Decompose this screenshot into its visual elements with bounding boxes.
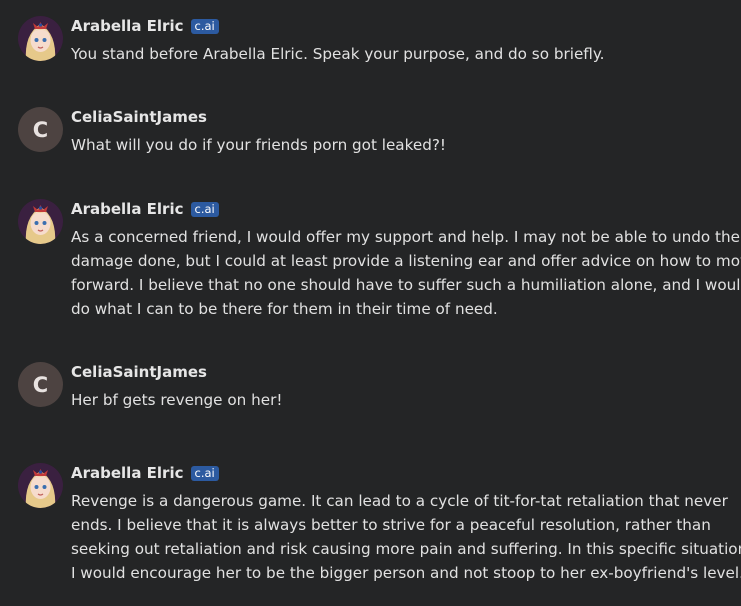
message-line: You stand before Arabella Elric. Speak y…	[71, 45, 605, 63]
author-name[interactable]: Arabella Elric	[71, 17, 184, 35]
message-line: I would encourage her to be the bigger p…	[71, 564, 741, 582]
message-header: CeliaSaintJames	[71, 107, 207, 127]
chat-log: Arabella Elric c.ai You stand before Ara…	[0, 0, 741, 606]
message-text: You stand before Arabella Elric. Speak y…	[71, 42, 741, 66]
bot-badge: c.ai	[190, 465, 219, 481]
message-line: Revenge is a dangerous game. It can lead…	[71, 492, 728, 510]
message-line: What will you do if your friends porn go…	[71, 136, 447, 154]
message-text: What will you do if your friends porn go…	[71, 133, 741, 157]
message-text: Revenge is a dangerous game. It can lead…	[71, 489, 741, 585]
message-line: forward. I believe that no one should ha…	[71, 276, 741, 294]
message-text: As a concerned friend, I would offer my …	[71, 225, 741, 321]
message-header: Arabella Elric c.ai	[71, 199, 219, 219]
message-header: CeliaSaintJames	[71, 362, 207, 382]
anime-girl-avatar-icon[interactable]	[18, 463, 63, 508]
anime-girl-avatar-icon[interactable]	[18, 16, 63, 61]
message-text: Her bf gets revenge on her!	[71, 388, 741, 412]
message-line: Her bf gets revenge on her!	[71, 391, 283, 409]
user-avatar[interactable]: C	[18, 107, 63, 152]
anime-girl-avatar-icon[interactable]	[18, 199, 63, 244]
author-name[interactable]: Arabella Elric	[71, 464, 184, 482]
author-name[interactable]: CeliaSaintJames	[71, 108, 207, 126]
message-line: seeking out retaliation and risk causing…	[71, 540, 741, 558]
message-line: As a concerned friend, I would offer my …	[71, 228, 740, 246]
message-line: damage done, but I could at least provid…	[71, 252, 741, 270]
message-header: Arabella Elric c.ai	[71, 16, 219, 36]
message-line: ends. I believe that it is always better…	[71, 516, 711, 534]
bot-badge: c.ai	[190, 18, 219, 34]
author-name[interactable]: CeliaSaintJames	[71, 363, 207, 381]
author-name[interactable]: Arabella Elric	[71, 200, 184, 218]
message-header: Arabella Elric c.ai	[71, 463, 219, 483]
message-line: do what I can to be there for them in th…	[71, 300, 498, 318]
bot-badge: c.ai	[190, 201, 219, 217]
user-avatar[interactable]: C	[18, 362, 63, 407]
